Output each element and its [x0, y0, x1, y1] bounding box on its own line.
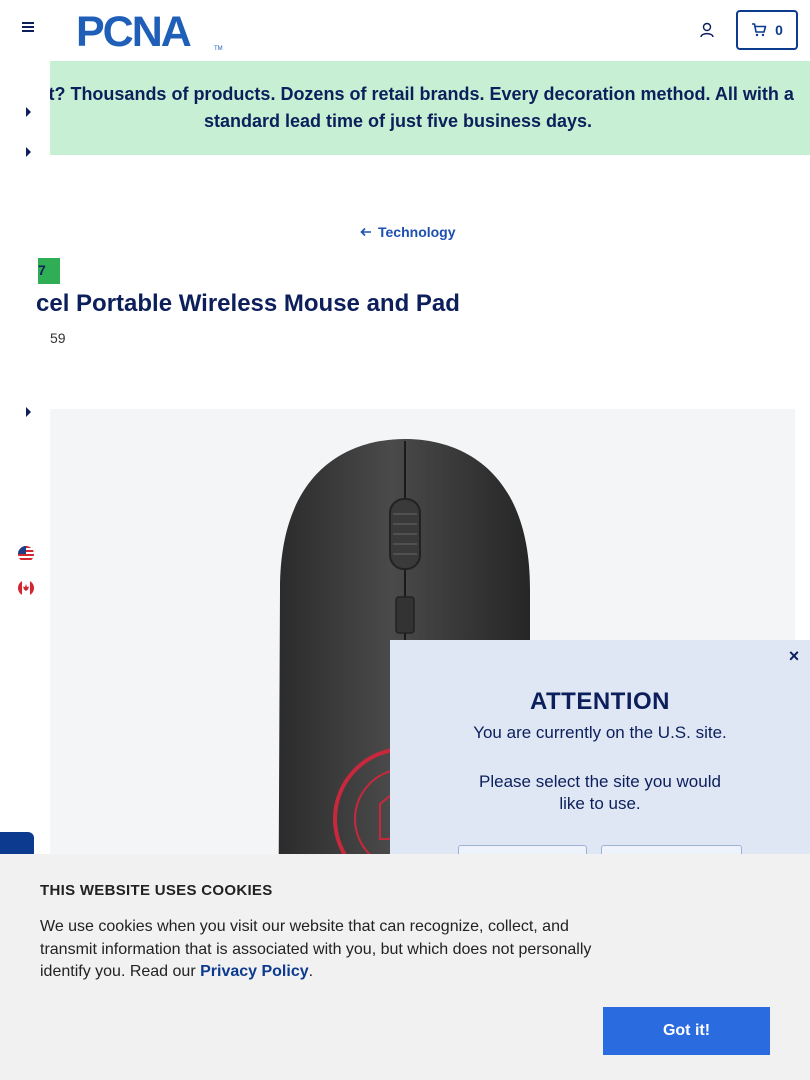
modal-close-icon[interactable]: ×	[784, 646, 804, 666]
logo-text: PCNA	[76, 10, 191, 52]
cart-icon	[752, 23, 767, 37]
account-icon[interactable]	[698, 21, 716, 39]
cart-button[interactable]: 0	[736, 10, 798, 50]
back-to-category-link[interactable]: Technology	[360, 224, 456, 240]
modal-select-text-line2: like to use.	[559, 794, 641, 813]
sidebar-caret-right-icon[interactable]	[26, 147, 31, 157]
site-header: PCNA TM 0	[0, 0, 810, 61]
arrow-left-icon	[360, 227, 371, 237]
promo-banner: y Wait? Thousands of products. Dozens of…	[0, 61, 810, 155]
modal-select-text-line1: Please select the site you would	[479, 772, 721, 791]
canada-flag-icon[interactable]	[18, 580, 34, 596]
pcna-logo[interactable]: PCNA TM	[76, 10, 226, 52]
cookie-accept-button[interactable]: Got it!	[603, 1007, 770, 1055]
product-title: cel Portable Wireless Mouse and Pad	[36, 290, 460, 317]
product-badge-text: 7	[38, 262, 46, 278]
product-sku: 59	[50, 330, 66, 346]
cookie-body-end: .	[308, 963, 314, 980]
cookie-body: We use cookies when you visit our websit…	[40, 916, 600, 984]
feedback-tab[interactable]	[0, 832, 34, 856]
sidebar-caret-right-icon[interactable]	[26, 407, 31, 417]
hamburger-menu-icon[interactable]	[18, 20, 38, 40]
privacy-policy-link[interactable]: Privacy Policy	[200, 963, 309, 980]
cookie-title: THIS WEBSITE USES COOKIES	[40, 882, 273, 899]
logo-tm: TM	[214, 46, 223, 52]
modal-title: ATTENTION	[529, 688, 671, 715]
site-selection-modal	[390, 640, 810, 870]
cart-count: 0	[775, 22, 783, 38]
promo-text: y Wait? Thousands of products. Dozens of…	[2, 84, 794, 131]
modal-current-site-text: You are currently on the U.S. site.	[473, 723, 727, 742]
page: PCNA TM 0 y Wait? Thousands of products.…	[0, 0, 810, 1080]
cookie-body-text: We use cookies when you visit our websit…	[40, 918, 592, 980]
back-link-label: Technology	[378, 224, 456, 240]
us-flag-icon[interactable]	[18, 546, 34, 562]
sidebar-caret-right-icon[interactable]	[26, 107, 31, 117]
